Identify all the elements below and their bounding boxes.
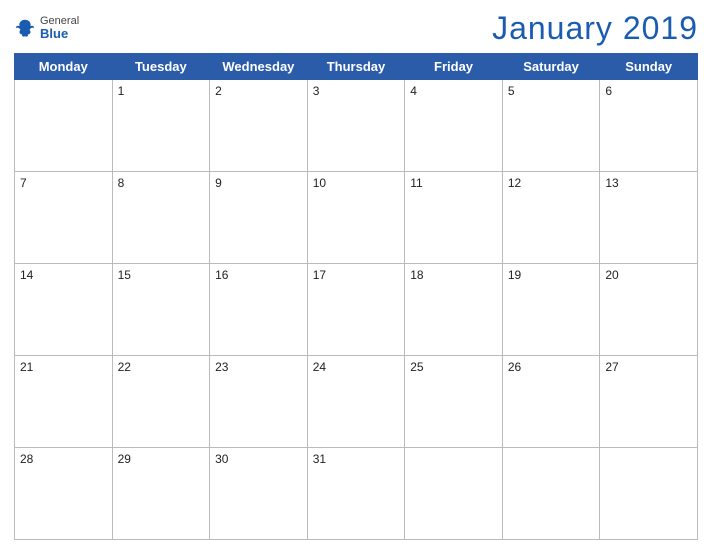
header-monday: Monday (15, 54, 113, 80)
day-number: 14 (20, 268, 33, 282)
calendar-cell (15, 80, 113, 172)
day-number: 11 (410, 176, 422, 190)
bird-icon (14, 17, 36, 39)
calendar-cell: 31 (307, 448, 405, 540)
day-number: 15 (118, 268, 131, 282)
header-thursday: Thursday (307, 54, 405, 80)
day-number: 29 (118, 452, 131, 466)
day-number: 7 (20, 176, 27, 190)
calendar-cell: 5 (502, 80, 600, 172)
day-number: 28 (20, 452, 33, 466)
days-header-row: Monday Tuesday Wednesday Thursday Friday… (15, 54, 698, 80)
logo: General Blue (14, 15, 79, 41)
calendar-cell: 9 (210, 172, 308, 264)
calendar-cell: 22 (112, 356, 210, 448)
day-number: 10 (313, 176, 326, 190)
day-number: 9 (215, 176, 222, 190)
week-row-3: 14 15 16 17 18 19 20 (15, 264, 698, 356)
header-wednesday: Wednesday (210, 54, 308, 80)
calendar-cell: 29 (112, 448, 210, 540)
calendar-cell: 26 (502, 356, 600, 448)
calendar-cell: 2 (210, 80, 308, 172)
calendar-page: General Blue January 2019 Monday Tuesday… (0, 0, 712, 550)
day-number: 6 (605, 84, 612, 98)
calendar-cell: 12 (502, 172, 600, 264)
calendar-cell: 3 (307, 80, 405, 172)
calendar-cell: 25 (405, 356, 503, 448)
calendar-cell: 24 (307, 356, 405, 448)
day-number: 18 (410, 268, 423, 282)
calendar-cell (502, 448, 600, 540)
day-number: 12 (508, 176, 521, 190)
calendar-cell: 4 (405, 80, 503, 172)
day-number: 24 (313, 360, 326, 374)
calendar-table: Monday Tuesday Wednesday Thursday Friday… (14, 53, 698, 540)
calendar-cell: 30 (210, 448, 308, 540)
calendar-cell (405, 448, 503, 540)
calendar-cell: 10 (307, 172, 405, 264)
day-number: 19 (508, 268, 521, 282)
header-friday: Friday (405, 54, 503, 80)
calendar-cell: 20 (600, 264, 698, 356)
week-row-1: 1 2 3 4 5 6 (15, 80, 698, 172)
day-number: 30 (215, 452, 228, 466)
calendar-cell: 14 (15, 264, 113, 356)
day-number: 20 (605, 268, 618, 282)
page-header: General Blue January 2019 (14, 10, 698, 47)
week-row-4: 21 22 23 24 25 26 27 (15, 356, 698, 448)
logo-blue: Blue (40, 27, 79, 41)
calendar-cell: 13 (600, 172, 698, 264)
week-row-5: 28 29 30 31 (15, 448, 698, 540)
week-row-2: 7 8 9 10 11 12 13 (15, 172, 698, 264)
calendar-cell: 27 (600, 356, 698, 448)
day-number: 13 (605, 176, 618, 190)
logo-text: General Blue (40, 15, 79, 41)
day-number: 22 (118, 360, 131, 374)
day-number: 8 (118, 176, 125, 190)
calendar-body: 1234567891011121314151617181920212223242… (15, 80, 698, 540)
calendar-cell: 8 (112, 172, 210, 264)
header-tuesday: Tuesday (112, 54, 210, 80)
day-number: 2 (215, 84, 222, 98)
calendar-cell: 23 (210, 356, 308, 448)
calendar-cell: 28 (15, 448, 113, 540)
day-number: 31 (313, 452, 326, 466)
calendar-cell: 11 (405, 172, 503, 264)
day-number: 16 (215, 268, 228, 282)
day-number: 5 (508, 84, 515, 98)
day-number: 1 (118, 84, 125, 98)
day-number: 17 (313, 268, 326, 282)
calendar-cell: 18 (405, 264, 503, 356)
calendar-cell: 15 (112, 264, 210, 356)
day-number: 26 (508, 360, 521, 374)
calendar-cell: 17 (307, 264, 405, 356)
calendar-header: Monday Tuesday Wednesday Thursday Friday… (15, 54, 698, 80)
day-number: 4 (410, 84, 417, 98)
day-number: 27 (605, 360, 618, 374)
calendar-cell: 19 (502, 264, 600, 356)
calendar-cell: 7 (15, 172, 113, 264)
calendar-cell: 21 (15, 356, 113, 448)
header-saturday: Saturday (502, 54, 600, 80)
header-sunday: Sunday (600, 54, 698, 80)
calendar-cell: 1 (112, 80, 210, 172)
calendar-cell (600, 448, 698, 540)
calendar-cell: 6 (600, 80, 698, 172)
month-title: January 2019 (492, 10, 698, 47)
day-number: 3 (313, 84, 320, 98)
day-number: 23 (215, 360, 228, 374)
day-number: 21 (20, 360, 33, 374)
day-number: 25 (410, 360, 423, 374)
calendar-cell: 16 (210, 264, 308, 356)
